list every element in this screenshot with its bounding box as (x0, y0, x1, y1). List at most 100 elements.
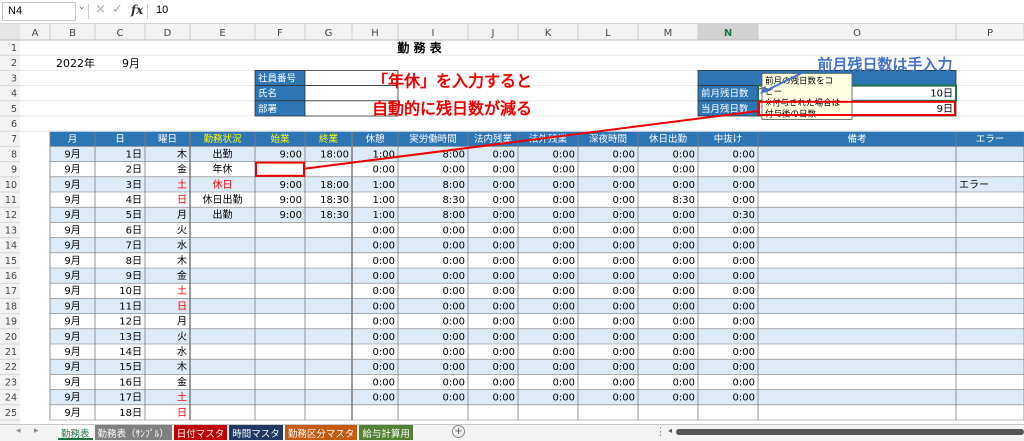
row-number-6: 6 (11, 119, 17, 130)
column-header-H: H (371, 28, 379, 39)
table-cell: 0:00 (443, 347, 465, 358)
table-cell: 18日 (119, 408, 142, 419)
sheet-tab-4[interactable]: 勤務区分マスタ (284, 425, 358, 440)
table-cell: 0:00 (373, 286, 395, 297)
table-cell: 0:00 (613, 377, 635, 388)
column-header-I: I (432, 28, 435, 39)
row-number-15: 15 (5, 256, 17, 267)
table-cell: 0:00 (733, 271, 755, 282)
table-cell: 0:00 (493, 347, 515, 358)
table-cell: 8:30 (673, 195, 695, 206)
select-all-corner[interactable] (0, 24, 20, 40)
table-cell: 4日 (126, 195, 142, 206)
table-cell: 9月 (64, 224, 80, 236)
table-cell: 18:00 (320, 180, 349, 191)
table-cell: 休日 (213, 179, 233, 191)
month-label: 9月 (122, 57, 140, 70)
table-cell: 2日 (126, 165, 142, 176)
table-cell: 0:00 (733, 149, 755, 160)
table-cell: 0:00 (553, 225, 575, 236)
scroll-left-icon[interactable]: ◂ (668, 426, 672, 435)
table-cell: 0:00 (493, 241, 515, 252)
confirm-icon[interactable]: ✓ (112, 2, 123, 17)
table-cell: 0:00 (373, 347, 395, 358)
table-cell: 0:00 (673, 149, 695, 160)
horizontal-scrollbar[interactable] (676, 429, 1024, 435)
formula-input[interactable]: 10 (156, 4, 168, 16)
table-cell: 火 (177, 224, 187, 236)
table-header-2: 日 (115, 134, 125, 145)
table-cell: 金 (177, 269, 187, 282)
table-cell: 0:00 (613, 347, 635, 358)
sheet-tab-0[interactable]: 勤務表 (58, 425, 93, 440)
table-cell: 土 (177, 178, 187, 191)
sheet-tab-3[interactable]: 時間マスタ (229, 425, 283, 440)
table-cell: 0:00 (673, 165, 695, 176)
table-cell: 0:00 (553, 271, 575, 282)
table-cell: 0:00 (553, 210, 575, 221)
sheet-tab-5[interactable]: 給与計算用 (359, 425, 413, 440)
table-cell: 0:00 (443, 301, 465, 312)
table-cell: 出勤 (213, 208, 233, 221)
table-cell: 0:00 (673, 332, 695, 343)
table-cell: 0:00 (733, 195, 755, 206)
grid-canvas[interactable]: A B C D E F G H I J K L M N O P123456789101112131415161… (0, 24, 1024, 424)
table-header-11: 深夜時間 (589, 133, 627, 145)
table-cell: 8日 (126, 256, 142, 267)
table-cell: 0:00 (553, 165, 575, 176)
table-cell: 0:00 (553, 256, 575, 267)
table-cell: 0:00 (673, 301, 695, 312)
table-cell: 0:00 (613, 225, 635, 236)
cancel-icon[interactable]: × (95, 2, 106, 17)
more-icon[interactable]: ⋮ (655, 425, 666, 438)
annotation-blue-text: 前月残日数は手入力 (817, 55, 952, 73)
employee-label-0: 社員番号 (258, 72, 296, 84)
column-header-J: J (491, 28, 495, 39)
table-cell: 18:00 (320, 149, 349, 160)
table-row (50, 146, 1024, 162)
table-cell: 0:00 (373, 377, 395, 388)
sheet-tab-1[interactable]: 勤務表（ｻﾝﾌﾟﾙ） (94, 425, 172, 440)
table-cell: 0:00 (493, 271, 515, 282)
sheet-title: 勤 務 表 (397, 40, 442, 55)
table-cell: 0:00 (673, 286, 695, 297)
prev-sheet-icon[interactable]: ◂ (16, 426, 21, 436)
table-cell: 13日 (119, 332, 142, 343)
table-cell: 0:00 (673, 377, 695, 388)
table-header-6: 終業 (319, 133, 339, 145)
sheet-tab-2[interactable]: 日付マスタ (173, 425, 228, 440)
paid-leave-value-0: 10日 (930, 89, 953, 100)
table-cell: 0:30 (733, 210, 755, 221)
column-header-C: C (117, 28, 124, 39)
name-box[interactable]: N4 (2, 2, 76, 21)
spreadsheet-grid[interactable]: A B C D E F G H I J K L M N O P 1 2 3 4 5 6 7 8 9 10 11 12 13 14 15 16 1… (0, 24, 1024, 424)
table-cell: 0:00 (733, 165, 755, 176)
chevron-down-icon[interactable]: ⌄ (78, 2, 86, 12)
table-cell: 1:00 (373, 180, 395, 191)
add-sheet-button[interactable]: + (452, 425, 465, 438)
table-cell: 0:00 (673, 241, 695, 252)
table-cell: 0:00 (553, 301, 575, 312)
function-icon[interactable]: fx (131, 3, 143, 17)
column-header-O: O (853, 28, 861, 39)
table-cell: 木 (177, 255, 187, 267)
table-cell: 1日 (126, 149, 142, 160)
table-cell: 0:00 (373, 393, 395, 404)
column-header-K: K (545, 28, 552, 39)
table-row (50, 268, 1024, 284)
table-cell: 0:00 (443, 225, 465, 236)
row-number-18: 18 (5, 301, 17, 312)
table-cell: 0:00 (493, 301, 515, 312)
next-sheet-icon[interactable]: ▸ (34, 426, 39, 436)
row-number-5: 5 (11, 104, 17, 115)
comment-line-2: ※付与された場合は (765, 97, 841, 108)
table-cell: 木 (177, 148, 187, 160)
table-header-15: エラー (976, 134, 1005, 145)
table-cell: 9:00 (280, 149, 302, 160)
table-cell: 0:00 (493, 332, 515, 343)
table-header-1: 月 (68, 134, 78, 145)
table-cell: 0:00 (553, 241, 575, 252)
table-cell: 0:00 (553, 286, 575, 297)
paid-leave-value-1: 9日 (937, 104, 953, 115)
table-cell: 0:00 (493, 149, 515, 160)
